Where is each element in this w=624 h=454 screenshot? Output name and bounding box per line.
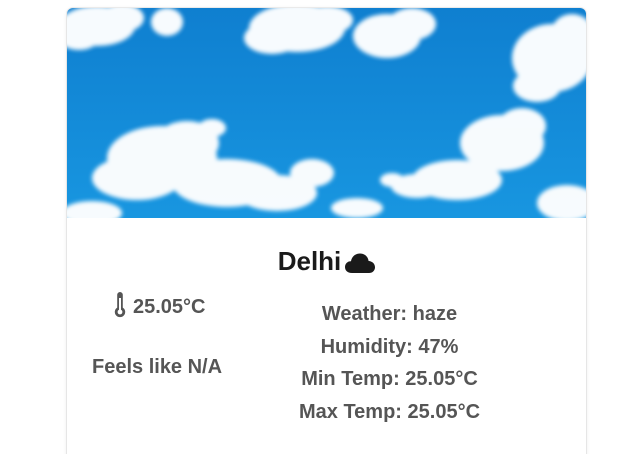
humidity-value: Humidity: 47% (320, 335, 459, 358)
weather-details: Weather: haze Humidity: 47% Min Temp: 25… (272, 298, 507, 428)
cloud-icon (345, 247, 376, 283)
sky-background-image (67, 8, 586, 218)
weather-card: Delhi 25.05°C Feels like N/A Weather: ha… (67, 8, 586, 454)
temperature-row: 25.05°C (114, 292, 206, 327)
city-heading: Delhi (67, 243, 586, 283)
city-name: Delhi (277, 246, 342, 276)
min-temp-value: Min Temp: 25.05°C (301, 368, 478, 390)
max-temp-value: Max Temp: 25.05°C (298, 400, 481, 423)
temperature-value: 25.05°C (133, 296, 206, 318)
feels-like-text: Feels like N/A (92, 356, 223, 378)
weather-condition: Weather: haze (321, 303, 458, 325)
thermometer-icon (114, 292, 126, 327)
